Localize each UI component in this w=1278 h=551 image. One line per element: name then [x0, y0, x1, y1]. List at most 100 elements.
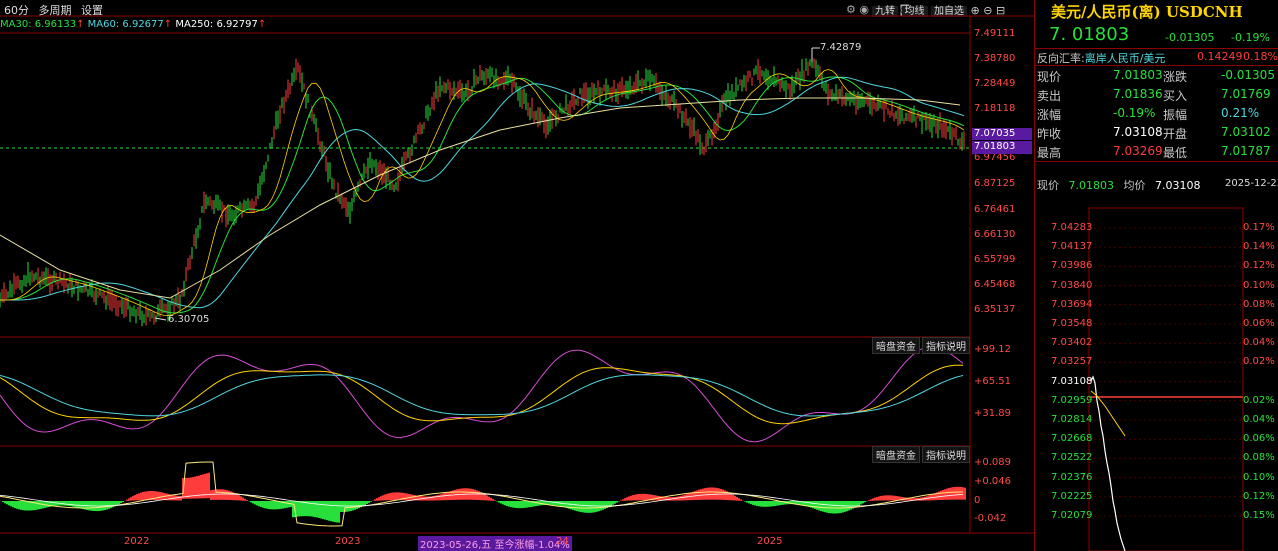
macd-bar — [552, 501, 554, 505]
macd-bar — [440, 494, 442, 501]
quote-value: 7.03269 — [1113, 144, 1163, 158]
macd-bar — [156, 491, 158, 501]
macd-bar — [612, 501, 614, 505]
macd-bar — [890, 495, 892, 501]
macd-bar — [594, 501, 596, 513]
macd-bar — [492, 499, 494, 501]
reverse-pct: 0.18% — [1243, 50, 1278, 63]
macd-bar — [128, 498, 130, 501]
intraday-header: 现价 7.01803 均价 7.03108 — [1037, 177, 1201, 193]
quote-panel: 美元/人民币(离) USDCNH 7. 01803 -0.01305 -0.19… — [1034, 0, 1278, 551]
macd-bar — [876, 496, 878, 501]
macd-bar — [828, 501, 830, 514]
price-change-pct: -0.19% — [1231, 31, 1270, 44]
macd-bar — [728, 492, 730, 501]
macd-bar — [732, 494, 734, 501]
macd-bar — [736, 496, 738, 501]
macd-bar — [724, 490, 726, 500]
quote-label: 涨幅 — [1037, 108, 1062, 122]
intraday-pct-label: 0.08% — [1243, 298, 1275, 310]
macd-bar — [320, 501, 322, 519]
macd-bar — [592, 501, 594, 513]
macd-bar — [20, 501, 22, 510]
macd-bar — [506, 501, 508, 506]
macd-bar — [190, 477, 192, 499]
macd-bar — [574, 501, 576, 511]
macd-bar — [252, 501, 254, 504]
reverse-pair[interactable]: 离岸人民币/美元 — [1085, 52, 1166, 65]
macd-bar — [752, 501, 754, 505]
macd-bar — [958, 486, 960, 500]
reverse-value: 0.14249 — [1197, 50, 1243, 63]
macd-bar — [436, 495, 438, 501]
macd-bar — [626, 497, 628, 501]
macd-bar — [570, 501, 572, 510]
macd-bar — [512, 501, 514, 508]
macd-bar — [366, 501, 368, 504]
price-axis-label: 6.55799 — [974, 254, 1016, 265]
macd-bar — [504, 501, 506, 506]
macd-bar — [772, 501, 774, 507]
macd-bar — [260, 501, 262, 508]
macd-bar — [24, 501, 26, 511]
macd-bar — [160, 492, 162, 501]
macd-bar — [770, 501, 772, 507]
macd-bar — [776, 501, 778, 506]
macd-bar — [602, 501, 604, 510]
macd-bar — [590, 501, 592, 513]
macd-bar — [136, 494, 138, 501]
candlesticks — [0, 53, 965, 327]
indicator-help-button-2[interactable]: 指标说明 — [922, 446, 970, 463]
time-label-2022: 2022 — [124, 536, 150, 547]
macd-bar — [956, 486, 958, 500]
macd-bar — [878, 496, 880, 501]
macd-bar — [368, 501, 370, 503]
indicator-help-button[interactable]: 指标说明 — [922, 337, 970, 354]
macd-bar — [860, 501, 862, 505]
macd-bar — [824, 501, 826, 513]
macd-bar — [240, 496, 242, 501]
macd-bar — [396, 492, 398, 501]
macd-bar — [236, 494, 238, 501]
macd-bar — [264, 501, 266, 509]
macd-bar — [646, 494, 648, 501]
intraday-pct-label: 0.10% — [1243, 471, 1275, 483]
macd-bar — [54, 501, 56, 506]
low-annotation: 6.30705 — [168, 314, 210, 325]
quote-label: 涨跌 — [1163, 70, 1188, 84]
intraday-price-label: 7.02814 — [1051, 414, 1093, 425]
price-chart-svg[interactable] — [0, 0, 1034, 551]
macd-bar — [682, 495, 684, 501]
quote-label: 卖出 — [1037, 89, 1062, 103]
intraday-pct-label: 0.12% — [1243, 260, 1275, 272]
quote-value: 7.01769 — [1221, 87, 1271, 101]
macd-bar — [418, 495, 420, 501]
dark-funds-button-2[interactable]: 暗盘资金 — [872, 446, 920, 463]
macd-bar — [178, 495, 180, 501]
macd-bar — [270, 501, 272, 510]
high-annotation: 7.42879 — [820, 42, 862, 53]
macd-bar — [536, 501, 538, 506]
macd-bar — [834, 501, 836, 514]
macd-bar — [630, 495, 632, 501]
macd-bar — [438, 494, 440, 501]
macd-bar — [324, 501, 326, 520]
macd-bar — [484, 494, 486, 501]
macd-bar — [768, 501, 770, 507]
macd-bar — [748, 501, 750, 504]
instrument-name: 美元/人民币(离) USDCNH — [1051, 3, 1243, 21]
macd-bar — [638, 493, 640, 501]
macd-bar — [774, 501, 776, 506]
macd-bar — [584, 501, 586, 513]
intraday-price-label: 7.03402 — [1051, 337, 1093, 349]
macd-bar — [830, 501, 832, 514]
dark-funds-button[interactable]: 暗盘资金 — [872, 337, 920, 354]
macd-bar — [302, 501, 304, 517]
macd-bar — [224, 489, 226, 500]
macd-bar — [356, 501, 358, 510]
macd-bar — [274, 501, 276, 510]
macd-bar — [394, 492, 396, 501]
macd-bar — [518, 501, 520, 509]
macd-bar — [514, 501, 516, 508]
intraday-price-label: 7.02376 — [1051, 471, 1093, 483]
